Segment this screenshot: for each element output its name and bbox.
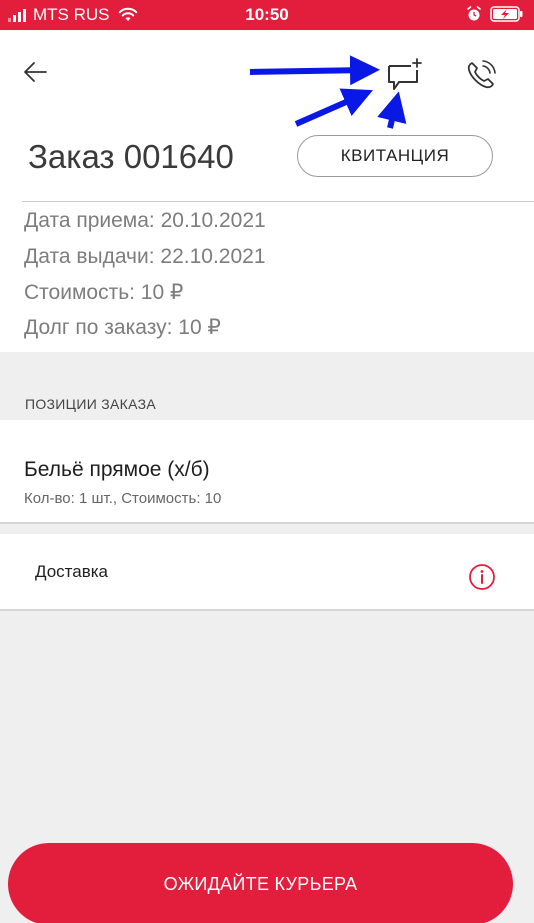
- item-name: Бельё прямое (х/б): [24, 458, 210, 481]
- divider: [22, 201, 534, 202]
- section-title: ПОЗИЦИИ ЗАКАЗА: [25, 396, 156, 412]
- list-item[interactable]: Бельё прямое (х/б) Кол-во: 1 шт., Стоимо…: [0, 420, 534, 523]
- phone-call-icon[interactable]: [464, 58, 498, 92]
- date-issued: Дата выдачи: 22.10.2021: [24, 245, 266, 268]
- order-debt: Долг по заказу: 10 ₽: [24, 316, 221, 339]
- back-arrow-icon[interactable]: [20, 56, 52, 88]
- alarm-icon: [467, 6, 481, 21]
- status-right: [466, 5, 524, 23]
- section-gap: [0, 524, 534, 534]
- order-cost: Стоимость: 10 ₽: [24, 281, 184, 304]
- order-screen: MTS RUS 10:50 Заказ 001640 КВИТАНЦИЯ Дат…: [0, 0, 534, 923]
- order-title: Заказ 001640: [28, 138, 234, 175]
- date-received: Дата приема: 20.10.2021: [24, 209, 266, 232]
- status-time: 10:50: [245, 5, 289, 24]
- battery-charging-icon: [490, 6, 523, 22]
- comment-add-icon[interactable]: [383, 58, 425, 94]
- status-bar: MTS RUS 10:50: [0, 0, 534, 30]
- await-courier-button[interactable]: ОЖИДАЙТЕ КУРЬЕРА: [8, 843, 513, 923]
- positions-section-header: ПОЗИЦИИ ЗАКАЗА: [0, 352, 534, 420]
- item-details: Кол-во: 1 шт., Стоимость: 10: [24, 490, 222, 507]
- top-app-bar: [0, 30, 534, 120]
- info-icon[interactable]: [467, 562, 497, 592]
- receipt-button[interactable]: КВИТАНЦИЯ: [297, 135, 493, 177]
- delivery-row[interactable]: Доставка: [0, 534, 534, 609]
- delivery-label: Доставка: [35, 562, 109, 581]
